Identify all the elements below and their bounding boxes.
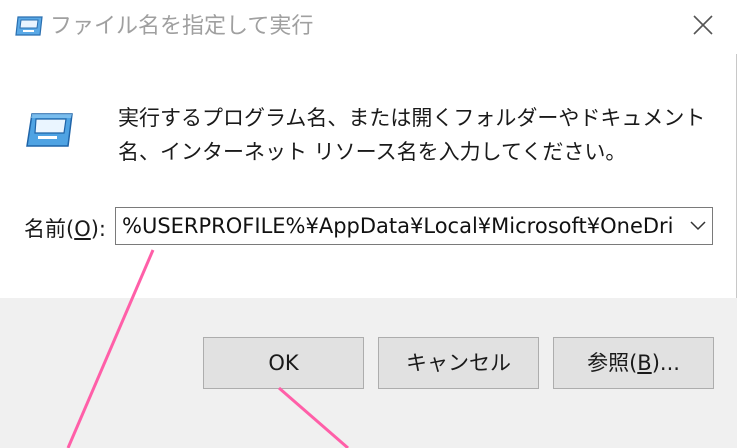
open-field-label: 名前(O): [24, 214, 106, 244]
browse-label-accelerator: B [637, 351, 652, 375]
open-input[interactable] [122, 208, 682, 244]
run-program-icon [24, 110, 74, 150]
open-label-suffix: ): [90, 217, 107, 241]
open-label-accelerator: O [74, 217, 91, 241]
browse-label-prefix: 参照( [587, 351, 638, 375]
chevron-down-icon[interactable] [688, 215, 708, 237]
open-label-prefix: 名前( [24, 217, 75, 241]
close-button[interactable] [686, 12, 720, 42]
run-dialog: ファイル名を指定して実行 実行するプログラム名、または開くフォルダーやドキュメン… [0, 0, 737, 448]
instruction-text: 実行するプログラム名、または開くフォルダーやドキュメント名、インターネット リソ… [118, 106, 706, 164]
browse-label-suffix: )... [651, 351, 680, 375]
title-bar[interactable]: ファイル名を指定して実行 [0, 0, 737, 54]
open-combobox[interactable] [115, 207, 713, 245]
cancel-button[interactable]: キャンセル [378, 337, 539, 389]
run-dialog-icon [14, 14, 44, 38]
window-title: ファイル名を指定して実行 [50, 14, 314, 39]
ok-button[interactable]: OK [203, 337, 364, 389]
close-icon [692, 14, 714, 40]
browse-button[interactable]: 参照(B)... [553, 337, 714, 389]
